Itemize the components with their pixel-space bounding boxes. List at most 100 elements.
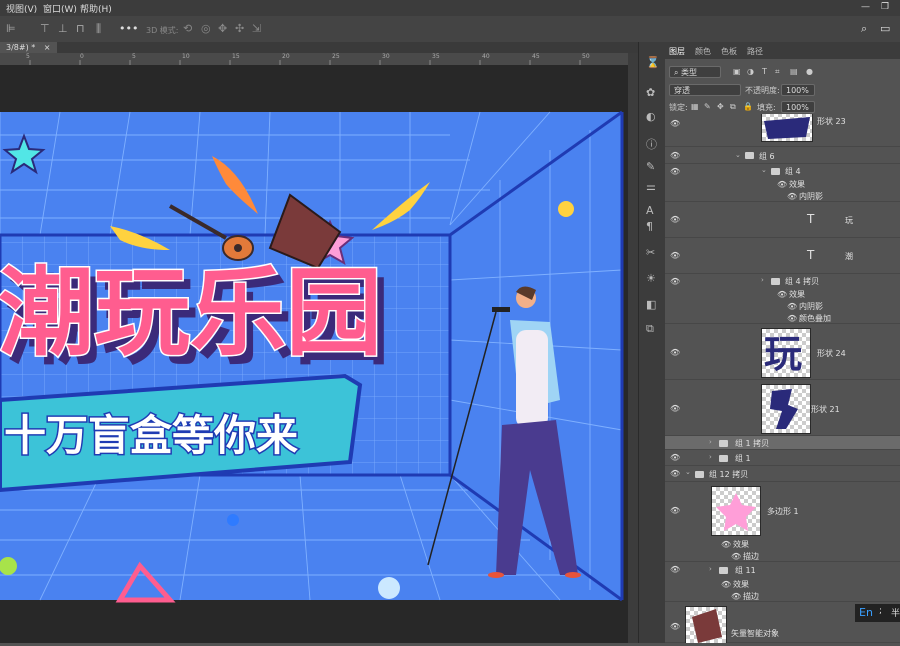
ime-indicator[interactable]: En ; 半 xyxy=(855,604,900,622)
effects-row[interactable]: 👁 效果 xyxy=(665,178,900,190)
lock-pixels-icon[interactable]: ▦ xyxy=(691,102,699,111)
layer-row[interactable]: 👁 多边形 1 xyxy=(665,482,900,538)
lock-all-icon[interactable]: 🔒 xyxy=(743,102,753,111)
layer-row[interactable]: 👁 ⌄ 组 4 xyxy=(665,164,900,178)
layer-row[interactable]: 👁 形状 21 xyxy=(665,380,900,436)
eye-icon[interactable]: 👁 xyxy=(721,540,731,549)
align-bottom-icon[interactable]: ⊓ xyxy=(76,22,85,35)
fill-input[interactable]: 100% xyxy=(781,101,815,113)
eye-icon[interactable]: 👁 xyxy=(731,552,741,561)
brush-icon[interactable]: ✎ xyxy=(646,160,655,173)
restore-icon[interactable]: ❐ xyxy=(881,2,889,12)
eye-icon[interactable]: 👁 xyxy=(670,251,680,260)
tab-color[interactable]: 颜色 xyxy=(695,46,711,57)
opacity-input[interactable]: 100% xyxy=(781,84,815,96)
filter-pixel-icon[interactable]: ▣ xyxy=(733,67,741,76)
3d-scale-icon[interactable]: ⇲ xyxy=(252,22,261,35)
filter-type-icon[interactable]: T xyxy=(762,67,767,76)
character-icon[interactable]: A xyxy=(646,204,654,217)
filter-adjust-icon[interactable]: ◑ xyxy=(747,67,754,76)
eye-icon[interactable]: 👁 xyxy=(670,151,680,160)
chevron-down-icon[interactable]: ⌄ xyxy=(735,151,741,159)
effect-item-row[interactable]: 👁 描边 xyxy=(665,590,900,602)
eye-icon[interactable]: 👁 xyxy=(731,592,741,601)
effect-item-row[interactable]: 👁 描边 xyxy=(665,550,900,562)
lock-move-icon[interactable]: ✥ xyxy=(717,102,724,111)
tab-paths[interactable]: 路径 xyxy=(747,46,763,57)
distribute-icon[interactable]: ⫼ xyxy=(96,22,101,36)
layer-row[interactable]: 👁 玩 形状 24 xyxy=(665,324,900,380)
eye-icon[interactable]: 👁 xyxy=(670,215,680,224)
eye-icon[interactable]: 👁 xyxy=(777,180,787,189)
blend-mode-select[interactable]: 穿透 xyxy=(669,84,741,96)
eye-icon[interactable]: 👁 xyxy=(670,404,680,413)
filter-toggle-icon[interactable]: ● xyxy=(806,67,813,76)
menu-help[interactable]: 帮助(H) xyxy=(80,2,112,15)
minimize-icon[interactable]: — xyxy=(861,2,870,12)
align-left-icon[interactable]: ⊫ xyxy=(6,22,16,35)
history-icon[interactable]: ⌛ xyxy=(646,56,660,69)
artboard-icon[interactable]: ◧ xyxy=(646,298,656,311)
eye-icon[interactable]: 👁 xyxy=(777,290,787,299)
3d-pan-icon[interactable]: ✥ xyxy=(218,22,227,35)
eye-icon[interactable]: 👁 xyxy=(670,469,680,478)
filter-smart-icon[interactable]: ▤ xyxy=(790,67,798,76)
chevron-right-icon[interactable]: › xyxy=(709,453,712,461)
eye-icon[interactable]: 👁 xyxy=(670,453,680,462)
layer-row-selected[interactable]: › 组 1 拷贝 xyxy=(665,436,900,450)
chevron-down-icon[interactable]: ⌄ xyxy=(761,166,767,174)
layer-row[interactable]: 👁 T 潮 xyxy=(665,238,900,274)
lock-paint-icon[interactable]: ✎ xyxy=(704,102,711,111)
layer-row[interactable]: 👁 › 组 11 xyxy=(665,562,900,578)
canvas-area[interactable]: 潮玩乐园 潮玩乐园 十万盲盒等你来 xyxy=(0,65,628,643)
layer-row[interactable]: 👁 ⌄ 组 6 xyxy=(665,147,900,164)
eye-icon[interactable]: 👁 xyxy=(787,192,797,201)
eye-icon[interactable]: 👁 xyxy=(787,314,797,323)
kind-filter-select[interactable]: ⌕ 类型 xyxy=(669,66,721,78)
layer-row[interactable]: 👁 形状 23 xyxy=(665,114,900,147)
layer-row[interactable]: 👁 ⌄ 组 12 拷贝 xyxy=(665,466,900,482)
3d-slide-icon[interactable]: ✣ xyxy=(235,22,244,35)
layer-row[interactable]: 👁 › 组 4 拷贝 xyxy=(665,274,900,288)
lock-artboard-icon[interactable]: ⧉ xyxy=(730,102,736,112)
eye-icon[interactable]: 👁 xyxy=(670,348,680,357)
close-icon[interactable]: × xyxy=(44,43,51,52)
eye-icon[interactable]: 👁 xyxy=(670,167,680,176)
menu-view[interactable]: 视图(V) xyxy=(6,2,37,15)
effects-row[interactable]: 👁 效果 xyxy=(665,288,900,300)
eye-icon[interactable]: 👁 xyxy=(670,565,680,574)
align-top-icon[interactable]: ⊤ xyxy=(40,22,50,35)
sliders-icon[interactable]: ⚌ xyxy=(646,180,656,193)
chevron-right-icon[interactable]: › xyxy=(709,438,712,446)
paragraph-icon[interactable]: ¶ xyxy=(646,220,653,233)
effect-item-row[interactable]: 👁 内阴影 xyxy=(665,300,900,312)
filter-shape-icon[interactable]: ⌗ xyxy=(775,67,780,77)
effects-row[interactable]: 👁 效果 xyxy=(665,538,900,550)
eye-icon[interactable]: 👁 xyxy=(787,302,797,311)
effect-item-row[interactable]: 👁 内阴影 xyxy=(665,190,900,202)
workspace-icon[interactable]: ▭ xyxy=(880,22,890,35)
eye-icon[interactable]: 👁 xyxy=(721,580,731,589)
chevron-right-icon[interactable]: › xyxy=(709,565,712,573)
tab-swatches[interactable]: 色板 xyxy=(721,46,737,57)
more-options-icon[interactable]: ••• xyxy=(119,22,138,35)
effect-item-row[interactable]: 👁 颜色叠加 xyxy=(665,312,900,324)
3d-roll-icon[interactable]: ◎ xyxy=(201,22,211,35)
eye-icon[interactable]: 👁 xyxy=(670,506,680,515)
eye-icon[interactable]: 👁 xyxy=(670,277,680,286)
color-wheel-icon[interactable]: ✿ xyxy=(646,86,655,99)
lightbulb-icon[interactable]: ☀ xyxy=(646,272,656,285)
tools-icon[interactable]: ✂ xyxy=(646,246,655,259)
document-tab[interactable]: 3/8#) * × xyxy=(0,42,57,53)
chevron-down-icon[interactable]: ⌄ xyxy=(685,468,691,476)
layer-row[interactable]: 👁 T 玩 xyxy=(665,202,900,238)
adjustments-icon[interactable]: ◐ xyxy=(646,110,656,123)
align-vcenter-icon[interactable]: ⊥ xyxy=(58,22,68,35)
eye-icon[interactable]: 👁 xyxy=(670,622,680,631)
info-icon[interactable]: ⓘ xyxy=(646,136,657,152)
effects-row[interactable]: 👁 效果 xyxy=(665,578,900,590)
chevron-right-icon[interactable]: › xyxy=(761,276,764,284)
eye-icon[interactable]: 👁 xyxy=(670,119,680,128)
layer-row[interactable]: 👁 › 组 1 xyxy=(665,450,900,466)
search-icon[interactable]: ⌕ xyxy=(861,22,867,36)
